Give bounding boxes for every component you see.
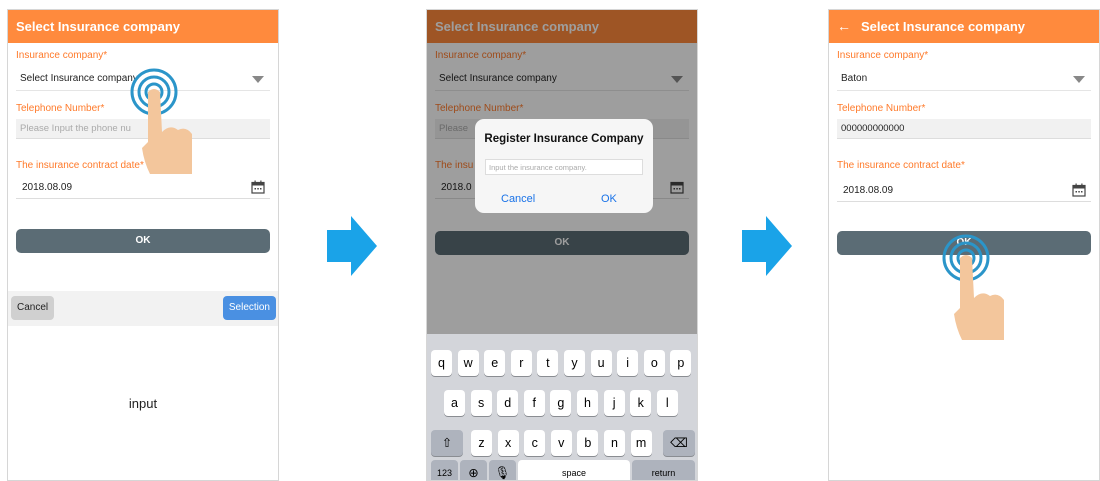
key-x[interactable]: x bbox=[497, 430, 519, 456]
picker-toolbar: Cancel Selection bbox=[8, 291, 278, 326]
calendar-icon[interactable] bbox=[1072, 183, 1086, 197]
company-name-input[interactable]: Input the insurance company. bbox=[485, 159, 643, 175]
picker-option[interactable]: input bbox=[8, 396, 278, 411]
key-m[interactable]: m bbox=[630, 430, 652, 456]
header-title: Select Insurance company bbox=[861, 19, 1026, 34]
dropdown-arrow-icon bbox=[252, 76, 264, 83]
dialog-title: Register Insurance Company bbox=[484, 133, 644, 145]
telephone-input[interactable]: 000000000000 bbox=[837, 119, 1091, 139]
telephone-label: Telephone Number* bbox=[16, 103, 105, 114]
ok-button[interactable]: OK bbox=[16, 229, 270, 253]
screen-1-insurance-form: Select Insurance company Insurance compa… bbox=[7, 9, 279, 481]
back-arrow-icon[interactable]: ← bbox=[837, 10, 855, 43]
insurance-company-label: Insurance company* bbox=[837, 50, 929, 61]
screen-2-register-dialog: Select Insurance company Insurance compa… bbox=[426, 9, 698, 481]
contract-date-field[interactable]: 2018.08.09 bbox=[837, 180, 1091, 202]
key-e[interactable]: e bbox=[484, 350, 506, 376]
space-key[interactable]: space bbox=[518, 460, 630, 480]
key-z[interactable]: z bbox=[471, 430, 492, 456]
microphone-icon[interactable]: 🎙 bbox=[489, 460, 516, 480]
key-c[interactable]: c bbox=[524, 430, 546, 456]
key-n[interactable]: n bbox=[604, 430, 625, 456]
calendar-icon[interactable] bbox=[251, 180, 265, 194]
arrow-right-icon bbox=[742, 216, 792, 276]
dialog-cancel-button[interactable]: Cancel bbox=[501, 193, 535, 205]
picker-cancel-button[interactable]: Cancel bbox=[11, 296, 55, 320]
contract-date-value: 2018.08.09 bbox=[22, 182, 73, 193]
header: ← Select Insurance company bbox=[829, 10, 1099, 43]
telephone-label: Telephone Number* bbox=[837, 103, 926, 114]
tap-hand-icon bbox=[130, 68, 192, 174]
screen-3-filled-form: ← Select Insurance company Insurance comp… bbox=[828, 9, 1100, 481]
tap-hand-icon bbox=[942, 234, 1004, 340]
dropdown-arrow-icon bbox=[1073, 76, 1085, 83]
key-w[interactable]: w bbox=[457, 350, 479, 376]
key-k[interactable]: k bbox=[630, 390, 652, 416]
key-g[interactable]: g bbox=[550, 390, 572, 416]
key-a[interactable]: a bbox=[444, 390, 465, 416]
numbers-key[interactable]: 123 bbox=[431, 460, 458, 480]
insurance-company-label: Insurance company* bbox=[16, 50, 108, 61]
key-d[interactable]: d bbox=[497, 390, 519, 416]
arrow-right-icon bbox=[327, 216, 377, 276]
key-t[interactable]: t bbox=[537, 350, 559, 376]
keyboard: qwertyuiop asdfghjkl zxcvbnm ⇧ ⌫ 123 ⊕ 🎙… bbox=[427, 334, 697, 480]
key-p[interactable]: p bbox=[670, 350, 692, 376]
key-o[interactable]: o bbox=[643, 350, 665, 376]
key-r[interactable]: r bbox=[510, 350, 532, 376]
return-key[interactable]: return bbox=[632, 460, 695, 480]
contract-date-value: 2018.08.09 bbox=[843, 185, 894, 196]
key-s[interactable]: s bbox=[470, 390, 492, 416]
register-company-dialog: Register Insurance Company Input the ins… bbox=[475, 119, 653, 213]
contract-date-label: The insurance contract date* bbox=[837, 160, 965, 171]
key-v[interactable]: v bbox=[550, 430, 572, 456]
contract-date-field[interactable]: 2018.08.09 bbox=[16, 177, 270, 199]
key-h[interactable]: h bbox=[577, 390, 598, 416]
shift-key[interactable]: ⇧ bbox=[431, 430, 463, 456]
key-u[interactable]: u bbox=[590, 350, 612, 376]
key-y[interactable]: y bbox=[564, 350, 585, 376]
key-q[interactable]: q bbox=[431, 350, 452, 376]
insurance-company-value: Baton bbox=[841, 73, 868, 84]
insurance-company-select[interactable]: Baton bbox=[837, 67, 1091, 91]
key-f[interactable]: f bbox=[523, 390, 545, 416]
picker-selection-button[interactable]: Selection bbox=[222, 296, 276, 320]
key-j[interactable]: j bbox=[603, 390, 625, 416]
globe-icon[interactable]: ⊕ bbox=[460, 460, 487, 480]
delete-key[interactable]: ⌫ bbox=[663, 430, 695, 456]
key-b[interactable]: b bbox=[577, 430, 599, 456]
header-title: Select Insurance company bbox=[8, 10, 278, 43]
key-i[interactable]: i bbox=[617, 350, 639, 376]
key-l[interactable]: l bbox=[656, 390, 678, 416]
dialog-ok-button[interactable]: OK bbox=[601, 193, 617, 205]
insurance-company-value: Select Insurance company bbox=[20, 73, 138, 84]
